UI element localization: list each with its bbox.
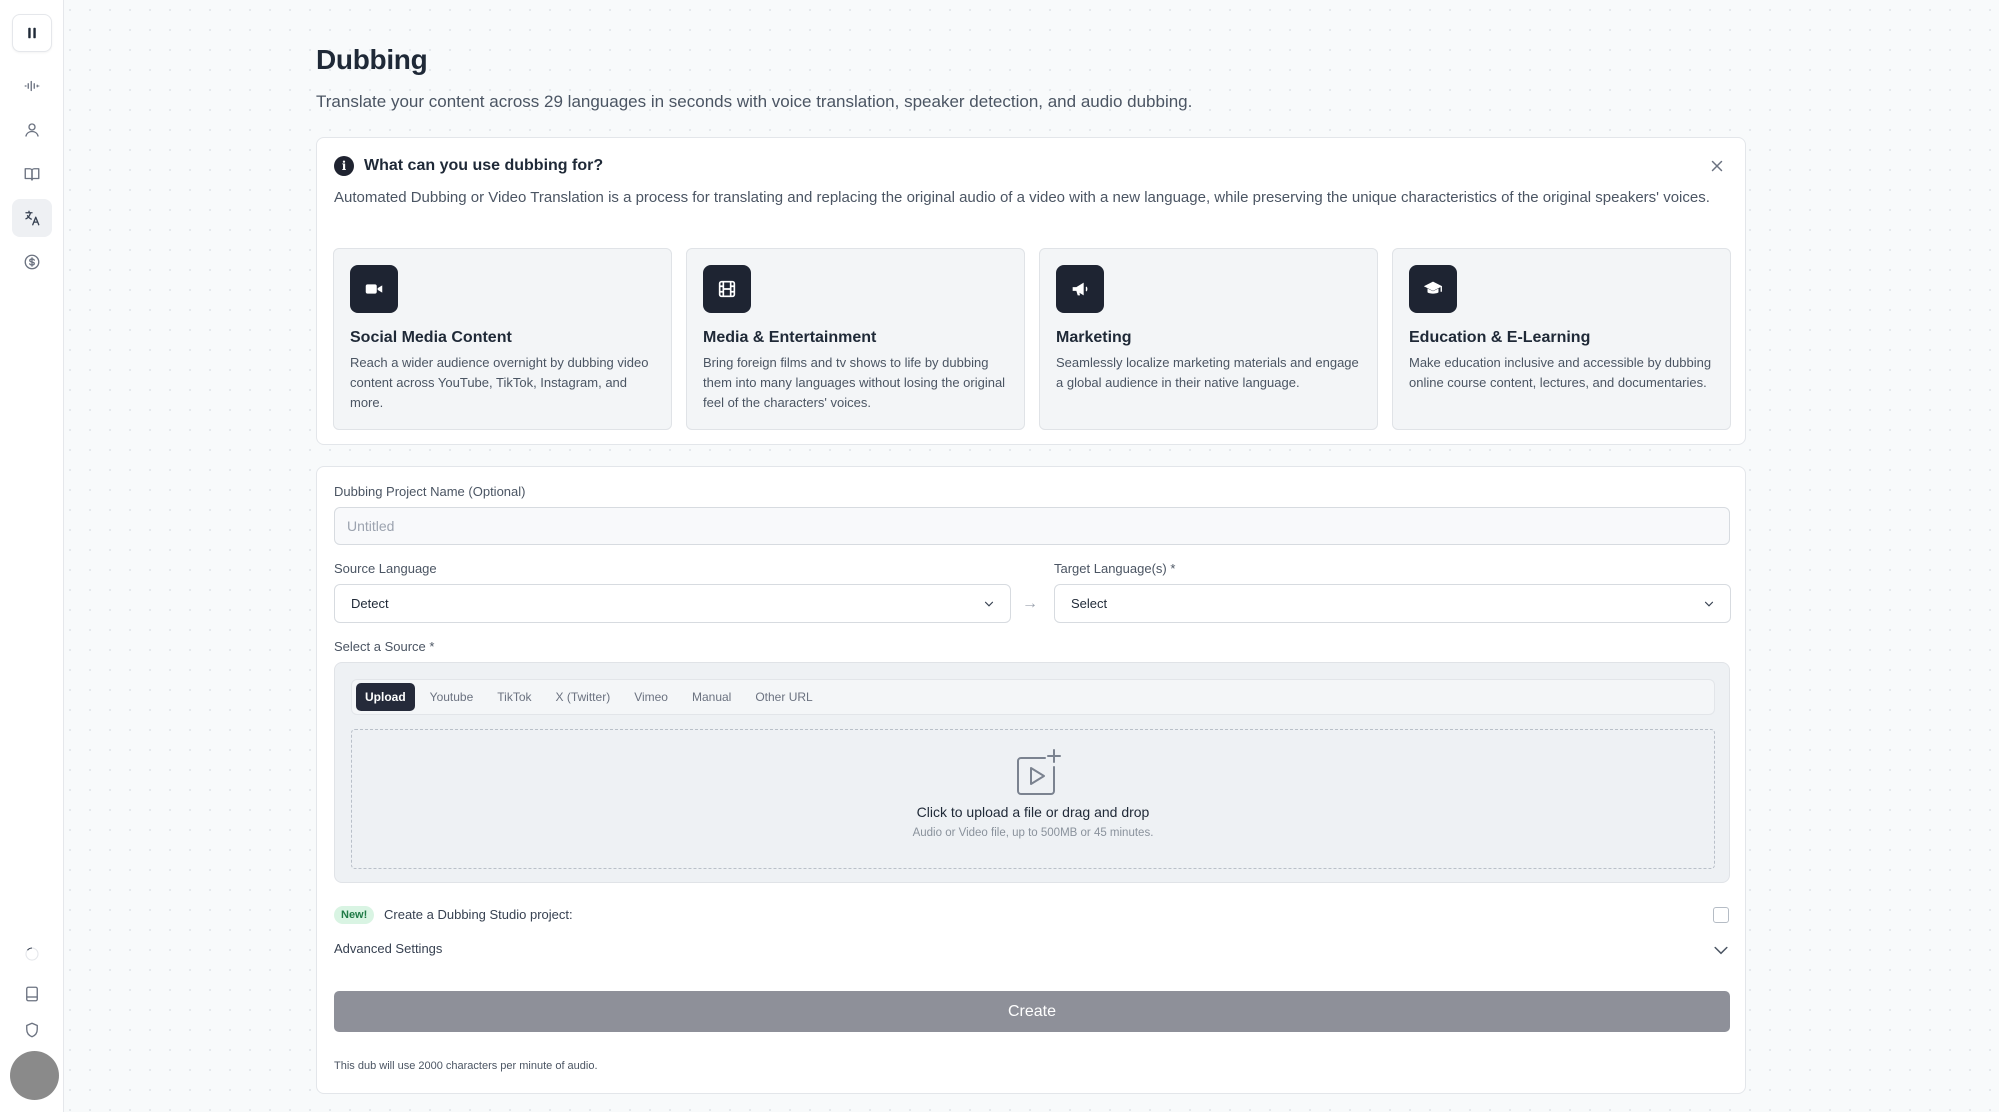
info-title: What can you use dubbing for? [364, 157, 604, 174]
source-language-value: Detect [351, 596, 389, 611]
studio-project-checkbox[interactable] [1713, 907, 1729, 923]
usage-note: This dub will use 2000 characters per mi… [334, 1060, 598, 1072]
use-case-card: Education & E-Learning Make education in… [1392, 248, 1731, 430]
use-case-description: Make education inclusive and accessible … [1409, 355, 1712, 390]
upload-subtitle: Audio or Video file, up to 500MB or 45 m… [912, 827, 1154, 839]
project-name-input[interactable] [334, 507, 1730, 545]
sidebar-item-library[interactable] [12, 155, 52, 193]
target-language-value: Select [1071, 596, 1108, 611]
use-case-description: Bring foreign films and tv shows to life… [703, 355, 1006, 410]
waveform-icon [24, 80, 40, 92]
page-title: Dubbing [316, 44, 428, 75]
info-header: i What can you use dubbing for? [334, 156, 603, 176]
close-icon [1711, 160, 1723, 172]
chevron-down-icon[interactable] [1711, 940, 1731, 960]
avatar[interactable] [10, 1051, 59, 1100]
use-case-description: Reach a wider audience overnight by dubb… [350, 355, 649, 410]
sidebar-item-voices[interactable] [12, 111, 52, 149]
dollar-icon [24, 254, 40, 270]
tab-youtube[interactable]: Youtube [421, 683, 483, 711]
pause-icon [28, 27, 36, 39]
megaphone-icon [1056, 265, 1104, 313]
tab-tiktok[interactable]: TikTok [488, 683, 540, 711]
studio-project-label: Create a Dubbing Studio project: [384, 907, 573, 922]
video-upload-icon [1017, 749, 1061, 795]
shield-icon [26, 1022, 38, 1038]
upload-title: Click to upload a file or drag and drop [916, 804, 1150, 820]
use-case-card: Social Media Content Reach a wider audie… [333, 248, 672, 430]
source-panel: Upload Youtube TikTok X (Twitter) Vimeo … [334, 662, 1730, 883]
tab-vimeo[interactable]: Vimeo [625, 683, 677, 711]
page-subtitle: Translate your content across 29 languag… [316, 92, 1193, 111]
info-description: Automated Dubbing or Video Translation i… [334, 189, 1710, 206]
sidebar-item-privacy[interactable] [12, 1011, 52, 1049]
video-camera-icon [350, 265, 398, 313]
graduation-cap-icon [1409, 265, 1457, 313]
source-language-label: Source Language [334, 561, 437, 576]
translate-icon [25, 210, 40, 226]
document-icon [26, 986, 38, 1002]
info-icon: i [334, 156, 354, 176]
new-badge: New! [334, 906, 375, 924]
use-case-title: Education & E-Learning [1409, 329, 1591, 346]
target-language-select[interactable]: Select [1054, 584, 1731, 623]
status-indicator [12, 935, 52, 973]
source-language-select[interactable]: Detect [334, 584, 1011, 623]
use-case-card: Marketing Seamlessly localize marketing … [1039, 248, 1378, 430]
use-case-card: Media & Entertainment Bring foreign film… [686, 248, 1025, 430]
sidebar-item-docs[interactable] [12, 975, 52, 1013]
use-case-title: Social Media Content [350, 329, 512, 346]
source-tabs: Upload Youtube TikTok X (Twitter) Vimeo … [351, 679, 1715, 715]
file-drop-zone[interactable]: Click to upload a file or drag and drop … [351, 729, 1715, 869]
sidebar [0, 0, 64, 1112]
chevron-down-icon [1704, 601, 1714, 607]
tab-upload[interactable]: Upload [356, 683, 415, 711]
arrow-right-icon: → [1022, 595, 1038, 612]
spinner-icon [25, 947, 39, 961]
film-icon [703, 265, 751, 313]
chevron-down-icon [984, 601, 994, 607]
tab-manual[interactable]: Manual [683, 683, 740, 711]
info-card: i What can you use dubbing for? Automate… [316, 137, 1746, 445]
sidebar-item-speech[interactable] [12, 67, 52, 105]
source-label: Select a Source * [334, 639, 435, 654]
voices-icon [25, 123, 39, 137]
advanced-settings-toggle[interactable]: Advanced Settings [334, 941, 442, 956]
close-info-button[interactable] [1707, 156, 1727, 176]
create-button[interactable]: Create [334, 991, 1730, 1032]
use-case-title: Marketing [1056, 329, 1132, 346]
dubbing-form: Dubbing Project Name (Optional) Source L… [316, 466, 1746, 1094]
sidebar-item-dubbing[interactable] [12, 199, 52, 237]
tab-other-url[interactable]: Other URL [746, 683, 821, 711]
use-case-title: Media & Entertainment [703, 329, 877, 346]
book-icon [24, 168, 40, 181]
tab-twitter[interactable]: X (Twitter) [547, 683, 620, 711]
sidebar-item-billing[interactable] [12, 243, 52, 281]
pause-button[interactable] [12, 14, 52, 52]
project-name-label: Dubbing Project Name (Optional) [334, 484, 526, 499]
target-language-label: Target Language(s) * [1054, 561, 1176, 576]
use-case-description: Seamlessly localize marketing materials … [1056, 355, 1359, 390]
